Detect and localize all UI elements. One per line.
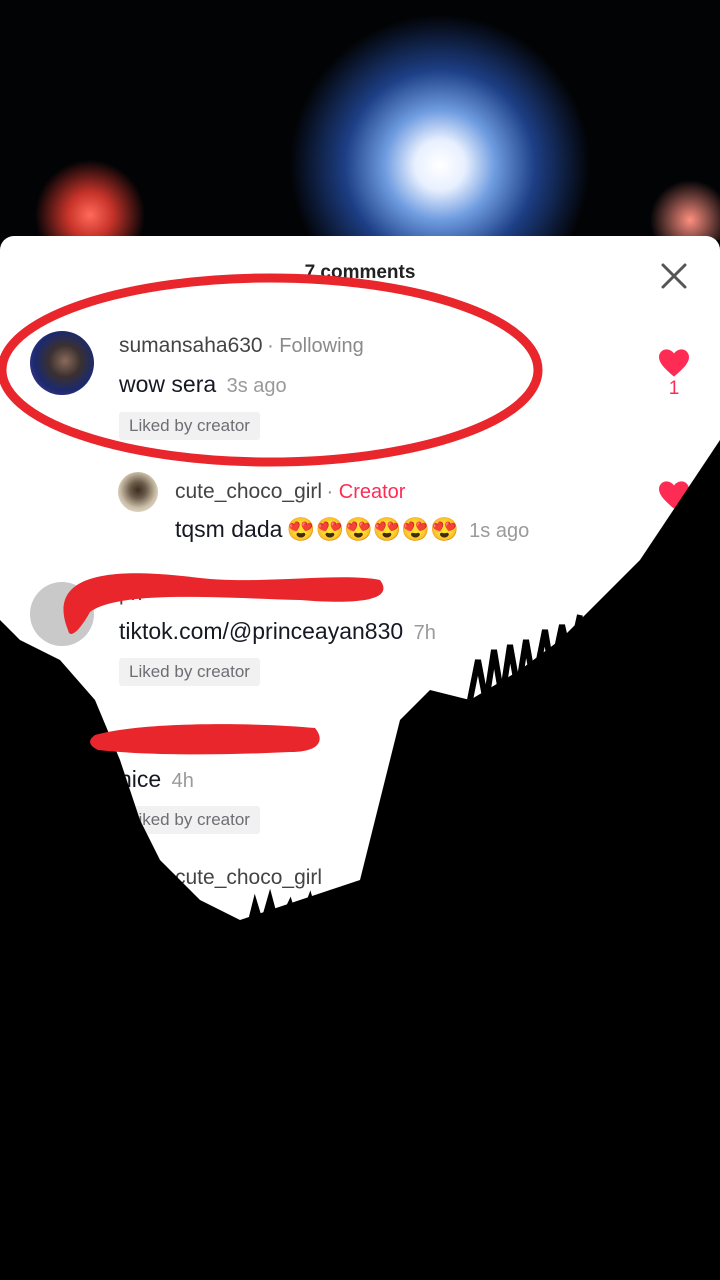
- liked-by-creator-badge: Liked by creator: [119, 806, 260, 834]
- comment-time: 7h: [413, 622, 436, 644]
- comment-item: pri tiktok.com/@princeayan830 7h Liked b…: [0, 576, 720, 696]
- comments-count-title: 7 comments: [304, 262, 416, 283]
- reply-item: cute_choco_girl: [0, 862, 720, 912]
- liked-by-creator-badge: Liked by creator: [119, 412, 260, 440]
- comment-time: 4h: [171, 770, 194, 792]
- like-button[interactable]: 1: [656, 348, 692, 400]
- following-label: Following: [279, 335, 364, 357]
- avatar[interactable]: [30, 728, 94, 792]
- video-background: [0, 0, 720, 240]
- avatar[interactable]: [30, 331, 94, 395]
- comments-sheet: 7 comments sumansaha630 · Following wow …: [0, 236, 720, 1280]
- comment-username[interactable]: sumansaha630: [119, 334, 263, 357]
- comment-username[interactable]: cute_choco_girl: [175, 866, 322, 889]
- like-count: 1: [668, 378, 680, 399]
- like-button[interactable]: [656, 480, 692, 510]
- close-button[interactable]: [658, 260, 690, 292]
- close-icon: [661, 263, 687, 289]
- creator-label: Creator: [338, 481, 406, 503]
- comment-item: sumansaha630 · Following wow sera 3s ago…: [0, 326, 720, 446]
- heart-icon: [659, 349, 689, 377]
- avatar[interactable]: [118, 472, 158, 512]
- reply-item: cute_choco_girl · Creator tqsm dada 😍😍😍😍…: [0, 470, 720, 550]
- comment-text: wow sera: [119, 371, 217, 397]
- comment-time: 3s ago: [226, 375, 287, 397]
- avatar[interactable]: [30, 582, 94, 646]
- comment-text: nice: [119, 766, 162, 792]
- comment-username[interactable]: cute_choco_girl: [175, 480, 322, 503]
- emoji-text: 😍😍😍😍😍😍: [286, 516, 459, 542]
- comment-item: nice 4h Liked by creator: [0, 726, 720, 846]
- comment-text: tqsm dada: [175, 516, 283, 542]
- comment-time: 1s ago: [469, 520, 530, 542]
- liked-by-creator-badge: Liked by creator: [119, 658, 260, 686]
- comment-text[interactable]: tiktok.com/@princeayan830: [119, 618, 403, 644]
- comment-username[interactable]: pri: [119, 582, 142, 605]
- heart-icon: [659, 481, 689, 509]
